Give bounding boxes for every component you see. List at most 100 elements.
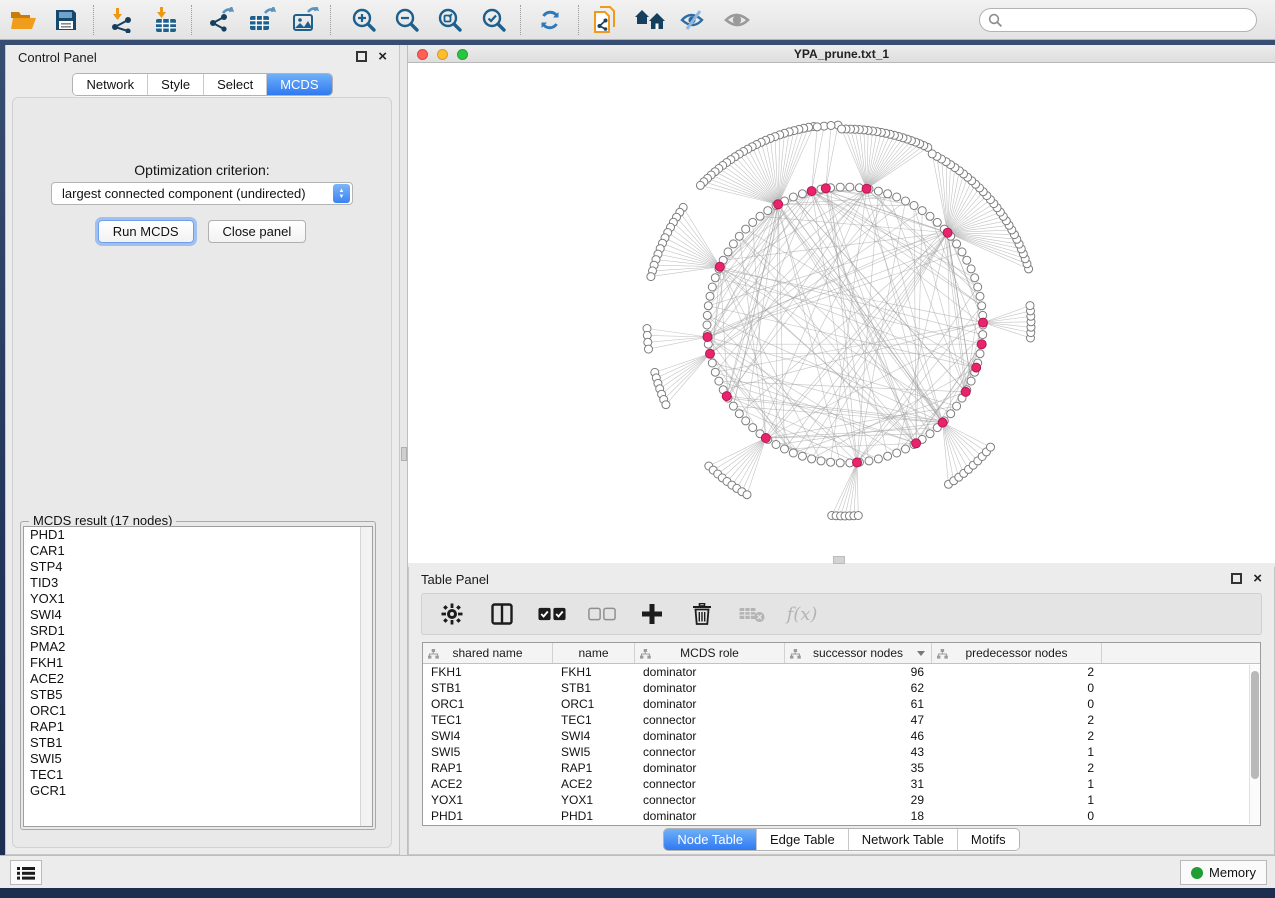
column-header-shared-name[interactable]: shared name <box>423 643 553 663</box>
splitter-grip[interactable] <box>401 447 407 461</box>
mcds-list-scrollbar[interactable] <box>360 527 372 826</box>
mcds-result-item[interactable]: TEC1 <box>24 767 372 783</box>
dominator-node[interactable] <box>977 340 986 349</box>
tab-select[interactable]: Select <box>204 74 267 95</box>
table-row[interactable]: RAP1RAP1dominator352 <box>423 760 1260 776</box>
delete-icon[interactable] <box>688 600 716 628</box>
table-row[interactable]: ORC1ORC1dominator610 <box>423 696 1260 712</box>
table-row[interactable]: FKH1FKH1dominator962 <box>423 664 1260 680</box>
refresh-icon[interactable] <box>532 3 568 37</box>
zoom-selected-icon[interactable] <box>476 3 512 37</box>
close-panel-icon[interactable]: × <box>1253 570 1262 587</box>
close-panel-button[interactable]: Close panel <box>208 220 307 243</box>
dominator-node[interactable] <box>722 392 731 401</box>
mcds-result-item[interactable]: STB1 <box>24 735 372 751</box>
mcds-result-item[interactable]: SWI5 <box>24 751 372 767</box>
home-icon[interactable] <box>632 3 668 37</box>
table-row[interactable]: SWI5SWI5connector431 <box>423 744 1260 760</box>
search-input[interactable] <box>979 8 1257 32</box>
export-table-icon[interactable] <box>244 3 280 37</box>
column-header-successor-nodes[interactable]: successor nodes <box>785 643 932 663</box>
column-header-MCDS-role[interactable]: MCDS role <box>635 643 785 663</box>
mcds-result-item[interactable]: STB5 <box>24 687 372 703</box>
column-header-predecessor-nodes[interactable]: predecessor nodes <box>932 643 1102 663</box>
split-columns-icon[interactable] <box>488 600 516 628</box>
mcds-result-list[interactable]: PHD1CAR1STP4TID3YOX1SWI4SRD1PMA2FKH1ACE2… <box>23 526 373 827</box>
open-file-icon[interactable] <box>5 3 41 37</box>
dominator-node[interactable] <box>774 200 783 209</box>
settings-icon[interactable] <box>438 600 466 628</box>
mcds-result-item[interactable]: CAR1 <box>24 543 372 559</box>
tab-motifs[interactable]: Motifs <box>958 829 1019 850</box>
run-mcds-button[interactable]: Run MCDS <box>98 220 194 243</box>
mcds-result-item[interactable]: SWI4 <box>24 607 372 623</box>
add-column-icon[interactable] <box>638 600 666 628</box>
table-row[interactable]: ACE2ACE2connector311 <box>423 776 1260 792</box>
save-icon[interactable] <box>48 3 84 37</box>
dominator-node[interactable] <box>821 184 830 193</box>
mcds-result-item[interactable]: ORC1 <box>24 703 372 719</box>
dominator-node[interactable] <box>862 184 871 193</box>
clone-network-icon[interactable] <box>588 3 624 37</box>
criterion-select[interactable]: largest connected component (undirected)… <box>51 182 353 205</box>
dominator-node[interactable] <box>943 228 952 237</box>
dominator-node[interactable] <box>853 458 862 467</box>
dominator-node[interactable] <box>706 349 715 358</box>
dominator-node[interactable] <box>938 418 947 427</box>
mcds-result-item[interactable]: SRD1 <box>24 623 372 639</box>
import-table-icon[interactable] <box>148 3 184 37</box>
dominator-node[interactable] <box>912 439 921 448</box>
float-panel-icon[interactable] <box>356 51 367 62</box>
splitter-grip[interactable] <box>833 556 845 564</box>
table-row[interactable]: TEC1TEC1connector472 <box>423 712 1260 728</box>
hide-panel-icon[interactable] <box>675 3 711 37</box>
mcds-result-item[interactable]: RAP1 <box>24 719 372 735</box>
zoom-out-icon[interactable] <box>389 3 425 37</box>
mcds-result-item[interactable]: YOX1 <box>24 591 372 607</box>
import-network-icon[interactable] <box>104 3 140 37</box>
network-canvas[interactable] <box>408 63 1275 563</box>
dominator-node[interactable] <box>703 333 712 342</box>
dominator-node[interactable] <box>807 187 816 196</box>
table-row[interactable]: PHD1PHD1dominator180 <box>423 808 1260 824</box>
network-titlebar[interactable]: YPA_prune.txt_1 <box>408 45 1275 63</box>
dominator-node[interactable] <box>979 318 988 327</box>
zoom-fit-icon[interactable] <box>432 3 468 37</box>
dominator-node[interactable] <box>715 262 724 271</box>
table-row[interactable]: SWI4SWI4dominator462 <box>423 728 1260 744</box>
mcds-result-item[interactable]: FKH1 <box>24 655 372 671</box>
deselect-all-icon[interactable] <box>588 600 616 628</box>
show-panel-icon[interactable] <box>719 3 755 37</box>
scrollbar-thumb[interactable] <box>1251 671 1259 779</box>
mcds-result-item[interactable]: PMA2 <box>24 639 372 655</box>
tab-edge-table[interactable]: Edge Table <box>757 829 849 850</box>
table-row[interactable]: YOX1YOX1connector291 <box>423 792 1260 808</box>
select-all-icon[interactable] <box>538 600 566 628</box>
tab-network-table[interactable]: Network Table <box>849 829 958 850</box>
export-network-icon[interactable] <box>204 3 240 37</box>
column-header-name[interactable]: name <box>553 643 635 663</box>
dominator-node[interactable] <box>972 363 981 372</box>
zoom-in-icon[interactable] <box>346 3 382 37</box>
vertical-splitter[interactable] <box>400 45 408 855</box>
export-image-icon[interactable] <box>288 3 324 37</box>
table-scrollbar[interactable] <box>1249 665 1260 824</box>
mcds-result-item[interactable]: TID3 <box>24 575 372 591</box>
tab-mcds[interactable]: MCDS <box>267 74 331 95</box>
control-panel-tabs: NetworkStyleSelectMCDS <box>6 73 399 96</box>
mcds-result-item[interactable]: GCR1 <box>24 783 372 799</box>
mcds-result-item[interactable]: STP4 <box>24 559 372 575</box>
tab-node-table[interactable]: Node Table <box>664 829 757 850</box>
mcds-result-item[interactable]: ACE2 <box>24 671 372 687</box>
dominator-node[interactable] <box>761 434 770 443</box>
dominator-node[interactable] <box>961 387 970 396</box>
mcds-result-item[interactable]: PHD1 <box>24 527 372 543</box>
close-panel-icon[interactable]: × <box>378 48 387 65</box>
task-history-button[interactable] <box>10 860 42 885</box>
float-panel-icon[interactable] <box>1231 573 1242 584</box>
tab-network[interactable]: Network <box>73 74 148 95</box>
table-cell: RAP1 <box>553 760 635 776</box>
tab-style[interactable]: Style <box>148 74 204 95</box>
table-row[interactable]: STB1STB1dominator620 <box>423 680 1260 696</box>
memory-button[interactable]: Memory <box>1180 860 1267 885</box>
